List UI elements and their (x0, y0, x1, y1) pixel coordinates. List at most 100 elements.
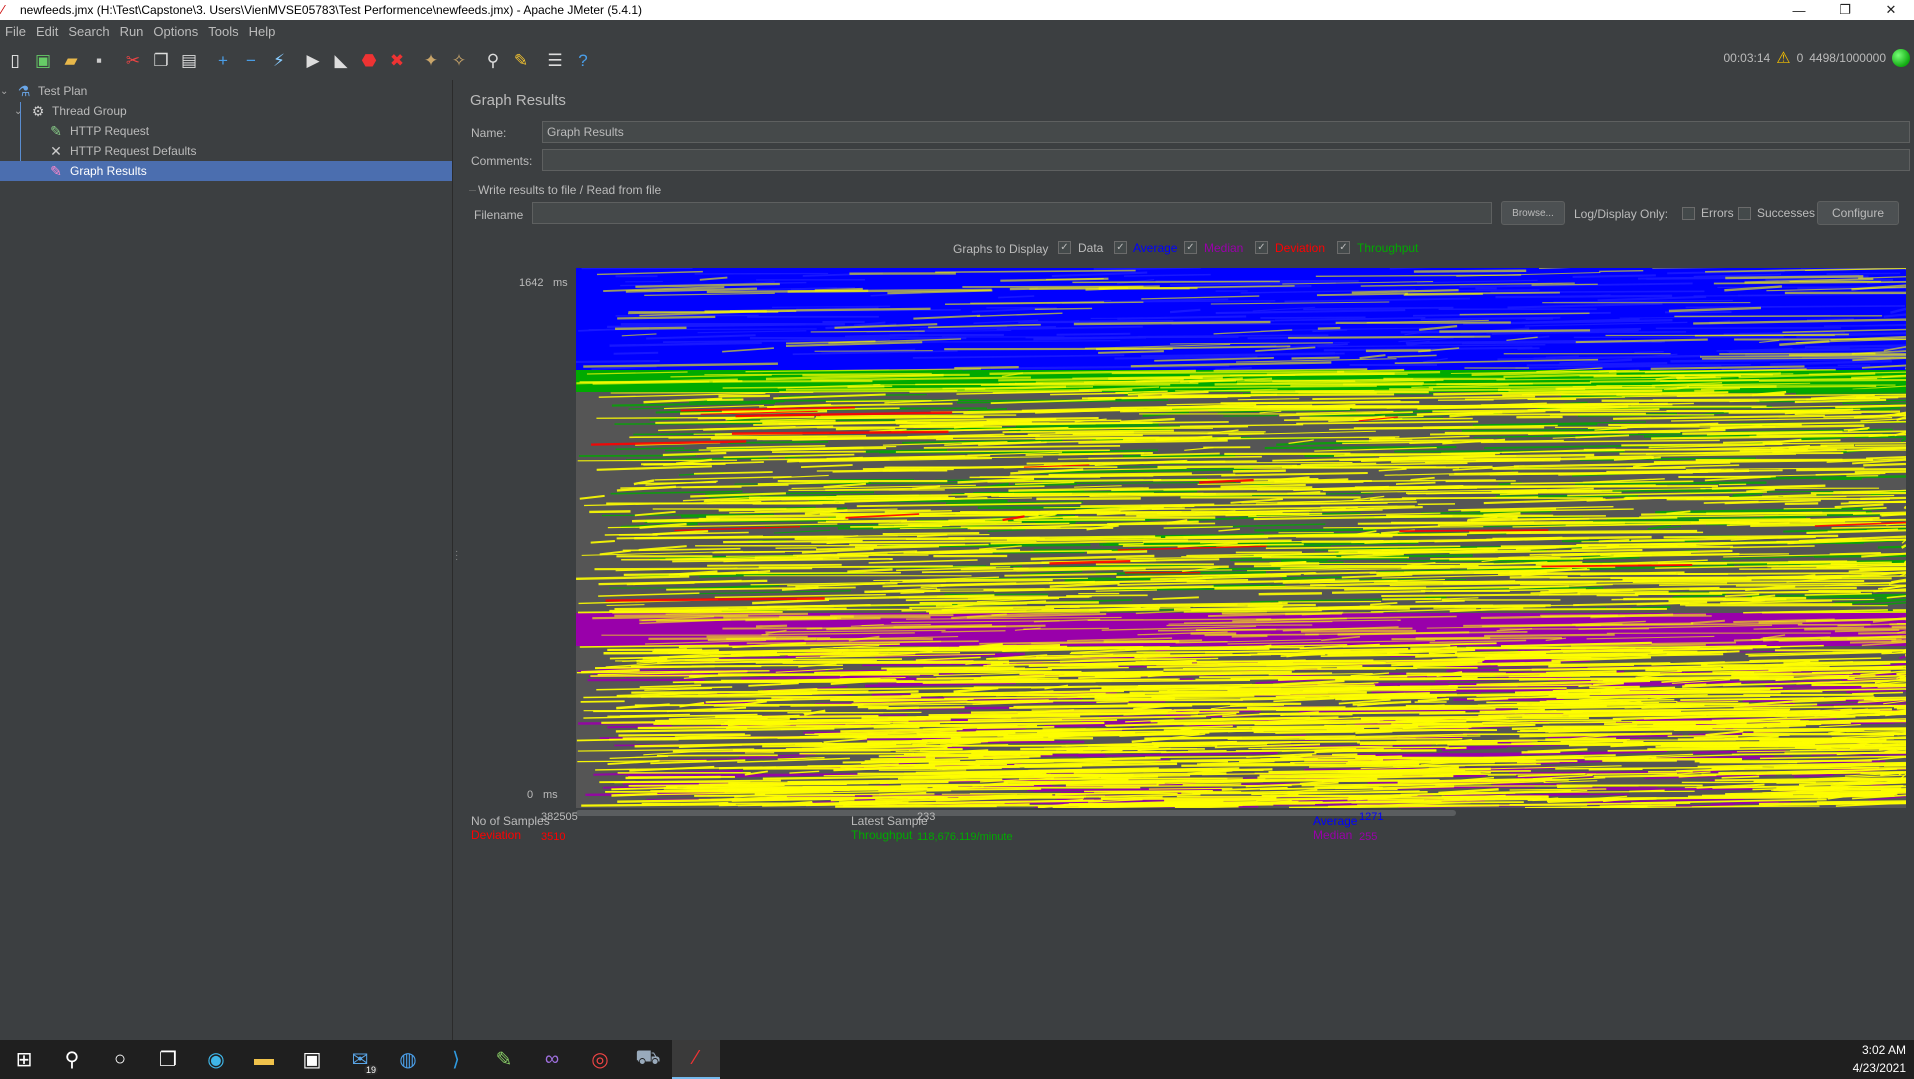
menu-options[interactable]: Options (148, 24, 203, 39)
search-icon[interactable]: ⚲ (48, 1040, 96, 1079)
app-icon[interactable]: ◍ (384, 1040, 432, 1079)
jmeter-feather-icon: ⁄ (2, 2, 5, 17)
shutdown-icon[interactable]: ✖ (384, 48, 410, 74)
log-display-only-label: Log/Display Only: (1574, 207, 1669, 221)
median-option-label: Median (1204, 241, 1244, 255)
menu-edit[interactable]: Edit (31, 24, 63, 39)
cut-icon[interactable]: ✂ (120, 48, 146, 74)
name-field[interactable]: Graph Results (542, 121, 1910, 143)
cortana-icon[interactable]: ○ (96, 1040, 144, 1079)
clear-icon[interactable]: ✦ (418, 48, 444, 74)
search-icon[interactable]: ⚲ (480, 48, 506, 74)
new-icon[interactable]: ▯ (2, 48, 28, 74)
comments-field[interactable] (542, 149, 1910, 171)
errors-checkbox[interactable] (1682, 207, 1695, 220)
errors-label: Errors (1701, 206, 1734, 220)
collapse-icon[interactable]: − (238, 48, 264, 74)
throughput-label: Throughput (851, 828, 913, 842)
average-value: 1271 (1359, 811, 1384, 823)
y-axis-unit-label: ms (553, 277, 568, 289)
windows-taskbar: ⊞ ⚲ ○ ❐ ◉ ▬ ▣ ✉ 19 ◍ ⟩ ✎ ∞ ◎ ⛟ ⁄ (0, 1040, 1914, 1079)
latest-sample-value: 233 (917, 811, 936, 823)
data-option-label: Data (1078, 241, 1104, 255)
expand-icon[interactable]: + (210, 48, 236, 74)
filename-field[interactable] (532, 202, 1492, 224)
paste-icon[interactable]: ▤ (176, 48, 202, 74)
tree-item-label: HTTP Request (70, 124, 150, 138)
throughput-value: 118,676.119/minute (917, 831, 1013, 843)
successes-checkbox[interactable] (1738, 207, 1751, 220)
save-icon[interactable]: ▪ (86, 48, 112, 74)
test-plan-icon: ⚗ (17, 82, 31, 99)
menu-run[interactable]: Run (115, 24, 149, 39)
graphs-to-display-label: Graphs to Display (953, 242, 1049, 256)
copy-icon[interactable]: ❐ (148, 48, 174, 74)
menu-search[interactable]: Search (63, 24, 114, 39)
jmeter-icon[interactable]: ⁄ (672, 1040, 720, 1079)
thread-count: 4498/1000000 (1809, 51, 1886, 65)
samples-label: No of Samples (471, 814, 550, 828)
title-bar: ⁄ newfeeds.jmx (H:\Test\Capstone\3. User… (0, 0, 1914, 20)
open-icon[interactable]: ▰ (58, 48, 84, 74)
visual-studio-icon[interactable]: ∞ (528, 1040, 576, 1079)
mail-icon[interactable]: ✉ 19 (336, 1040, 384, 1079)
graph-horizontal-scrollbar[interactable] (576, 809, 1906, 817)
reset-search-icon[interactable]: ✎ (508, 48, 534, 74)
notepad-plus-icon[interactable]: ✎ (480, 1040, 528, 1079)
minimize-button[interactable]: — (1776, 0, 1822, 20)
chrome-icon[interactable]: ◎ (576, 1040, 624, 1079)
start-icon[interactable]: ▶ (300, 48, 326, 74)
file-explorer-icon[interactable]: ▬ (240, 1040, 288, 1079)
warning-icon[interactable]: ⚠ (1776, 48, 1790, 68)
tree-item-thread-group[interactable]: ⌄ ⚙ Thread Group (14, 101, 452, 121)
clear-all-icon[interactable]: ✧ (446, 48, 472, 74)
name-label: Name: (471, 126, 507, 140)
tree-item-http-request[interactable]: ✎ HTTP Request (46, 121, 452, 141)
tree-item-test-plan[interactable]: ⌄ ⚗ Test Plan (0, 81, 452, 101)
deviation-label: Deviation (471, 828, 522, 842)
splitter-grip-icon[interactable]: · · · (455, 547, 458, 565)
edge-icon[interactable]: ◉ (192, 1040, 240, 1079)
median-checkbox[interactable]: ✓ (1184, 241, 1197, 254)
tree-item-label: HTTP Request Defaults (70, 144, 197, 158)
stop-icon[interactable]: ⬣ (356, 48, 382, 74)
data-checkbox[interactable]: ✓ (1058, 241, 1071, 254)
close-button[interactable]: ✕ (1868, 0, 1914, 20)
tree-item-http-request-defaults[interactable]: ✕ HTTP Request Defaults (46, 141, 452, 161)
wrench-icon: ✕ (50, 142, 62, 159)
average-label: Average (1313, 814, 1358, 828)
mail-badge: 19 (363, 1065, 378, 1075)
docker-icon[interactable]: ⛟ (624, 1040, 672, 1079)
average-checkbox[interactable]: ✓ (1114, 241, 1127, 254)
vscode-icon[interactable]: ⟩ (432, 1040, 480, 1079)
task-view-icon[interactable]: ❐ (144, 1040, 192, 1079)
function-helper-icon[interactable]: ☰ (542, 48, 568, 74)
configure-button[interactable]: Configure (1817, 201, 1899, 225)
browse-button[interactable]: Browse... (1501, 201, 1565, 225)
taskbar-clock[interactable]: 3:02 AM 4/23/2021 (1853, 1041, 1906, 1077)
templates-icon[interactable]: ▣ (30, 48, 56, 74)
median-label: Median (1313, 828, 1353, 842)
start-no-pause-icon[interactable]: ◣ (328, 48, 354, 74)
tree-item-graph-results[interactable]: ✎ Graph Results (0, 161, 452, 181)
help-icon[interactable]: ? (570, 48, 596, 74)
throughput-checkbox[interactable]: ✓ (1337, 241, 1350, 254)
y-axis-max-label: 1642 (519, 277, 544, 289)
menu-help[interactable]: Help (244, 24, 281, 39)
windows-start-icon[interactable]: ⊞ (0, 1040, 48, 1079)
maximize-button[interactable]: ❐ (1822, 0, 1868, 20)
menu-file[interactable]: File (0, 24, 31, 39)
status-area: 00:03:14 ⚠ 0 4498/1000000 (1724, 48, 1910, 68)
panel-splitter[interactable]: · · · (452, 80, 460, 1040)
expand-arrow-icon[interactable]: ⌄ (14, 106, 28, 117)
deviation-option-label: Deviation (1275, 241, 1326, 255)
running-indicator-icon (1892, 49, 1910, 67)
expand-arrow-icon[interactable]: ⌄ (0, 86, 14, 97)
store-icon[interactable]: ▣ (288, 1040, 336, 1079)
pipette-icon: ✎ (50, 122, 62, 139)
menu-tools[interactable]: Tools (203, 24, 243, 39)
graph-icon: ✎ (50, 162, 62, 179)
toggle-icon[interactable]: ⚡ (266, 48, 292, 74)
deviation-checkbox[interactable]: ✓ (1255, 241, 1268, 254)
graph-series-layers (576, 268, 1906, 808)
